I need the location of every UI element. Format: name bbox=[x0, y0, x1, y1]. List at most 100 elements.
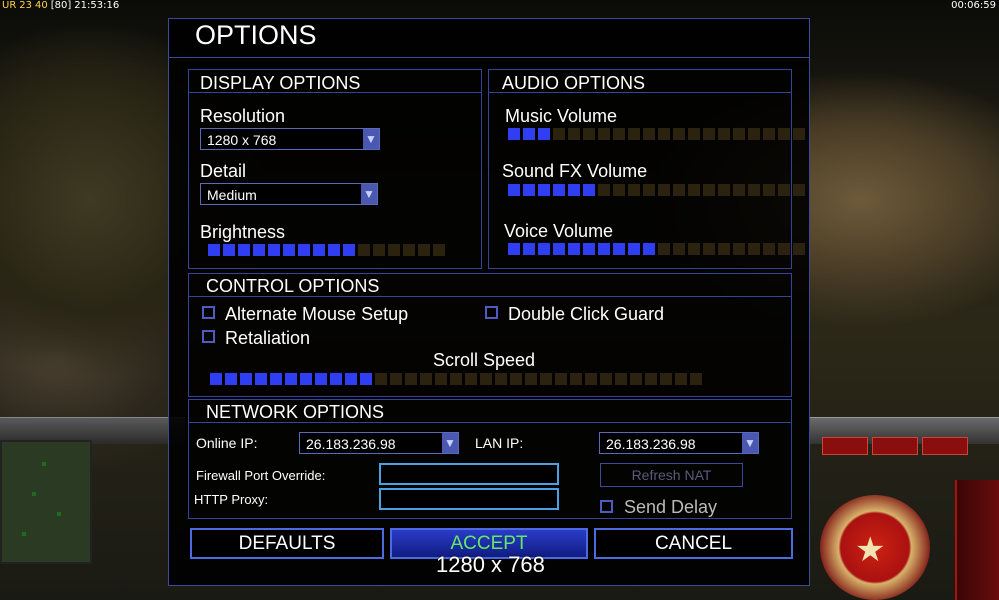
slider-segment[interactable] bbox=[643, 128, 655, 140]
slider-segment[interactable] bbox=[598, 243, 610, 255]
slider-segment[interactable] bbox=[555, 373, 567, 385]
slider-segment[interactable] bbox=[673, 184, 685, 196]
slider-segment[interactable] bbox=[748, 128, 760, 140]
slider-segment[interactable] bbox=[703, 184, 715, 196]
slider-segment[interactable] bbox=[523, 243, 535, 255]
slider-segment[interactable] bbox=[270, 373, 282, 385]
slider-segment[interactable] bbox=[405, 373, 417, 385]
slider-segment[interactable] bbox=[583, 128, 595, 140]
slider-segment[interactable] bbox=[315, 373, 327, 385]
slider-segment[interactable] bbox=[223, 244, 235, 256]
slider-segment[interactable] bbox=[210, 373, 222, 385]
slider-segment[interactable] bbox=[508, 243, 520, 255]
slider-segment[interactable] bbox=[688, 243, 700, 255]
slider-segment[interactable] bbox=[628, 128, 640, 140]
slider-segment[interactable] bbox=[673, 243, 685, 255]
slider-segment[interactable] bbox=[733, 243, 745, 255]
slider-segment[interactable] bbox=[673, 128, 685, 140]
slider-segment[interactable] bbox=[285, 373, 297, 385]
resolution-dropdown[interactable]: 1280 x 768 ▼ bbox=[200, 128, 380, 150]
slider-segment[interactable] bbox=[553, 184, 565, 196]
slider-segment[interactable] bbox=[388, 244, 400, 256]
slider-segment[interactable] bbox=[778, 128, 790, 140]
retaliation-checkbox[interactable] bbox=[202, 330, 215, 343]
slider-segment[interactable] bbox=[570, 373, 582, 385]
slider-segment[interactable] bbox=[778, 243, 790, 255]
slider-segment[interactable] bbox=[403, 244, 415, 256]
detail-dropdown[interactable]: Medium ▼ bbox=[200, 183, 378, 205]
slider-segment[interactable] bbox=[298, 244, 310, 256]
slider-segment[interactable] bbox=[375, 373, 387, 385]
slider-segment[interactable] bbox=[763, 184, 775, 196]
slider-segment[interactable] bbox=[255, 373, 267, 385]
slider-segment[interactable] bbox=[660, 373, 672, 385]
slider-segment[interactable] bbox=[343, 244, 355, 256]
slider-segment[interactable] bbox=[568, 184, 580, 196]
slider-segment[interactable] bbox=[793, 243, 805, 255]
chevron-down-icon[interactable]: ▼ bbox=[363, 129, 379, 149]
send-delay-checkbox[interactable] bbox=[600, 500, 613, 513]
slider-segment[interactable] bbox=[553, 243, 565, 255]
alternate-mouse-checkbox[interactable] bbox=[202, 306, 215, 319]
slider-segment[interactable] bbox=[718, 184, 730, 196]
slider-segment[interactable] bbox=[553, 128, 565, 140]
slider-segment[interactable] bbox=[435, 373, 447, 385]
slider-segment[interactable] bbox=[703, 243, 715, 255]
slider-segment[interactable] bbox=[238, 244, 250, 256]
slider-segment[interactable] bbox=[583, 243, 595, 255]
slider-segment[interactable] bbox=[508, 128, 520, 140]
slider-segment[interactable] bbox=[615, 373, 627, 385]
slider-segment[interactable] bbox=[583, 184, 595, 196]
slider-segment[interactable] bbox=[450, 373, 462, 385]
slider-segment[interactable] bbox=[643, 184, 655, 196]
slider-segment[interactable] bbox=[225, 373, 237, 385]
slider-segment[interactable] bbox=[748, 184, 760, 196]
slider-segment[interactable] bbox=[748, 243, 760, 255]
slider-segment[interactable] bbox=[628, 184, 640, 196]
slider-segment[interactable] bbox=[390, 373, 402, 385]
slider-segment[interactable] bbox=[345, 373, 357, 385]
slider-segment[interactable] bbox=[538, 128, 550, 140]
firewall-port-input[interactable] bbox=[379, 463, 559, 485]
slider-segment[interactable] bbox=[510, 373, 522, 385]
slider-segment[interactable] bbox=[675, 373, 687, 385]
slider-segment[interactable] bbox=[465, 373, 477, 385]
cancel-button[interactable]: CANCEL bbox=[594, 528, 793, 559]
slider-segment[interactable] bbox=[793, 184, 805, 196]
slider-segment[interactable] bbox=[643, 243, 655, 255]
double-click-guard-checkbox[interactable] bbox=[485, 306, 498, 319]
slider-segment[interactable] bbox=[253, 244, 265, 256]
slider-segment[interactable] bbox=[313, 244, 325, 256]
lan-ip-dropdown[interactable]: 26.183.236.98 ▼ bbox=[599, 432, 759, 454]
slider-segment[interactable] bbox=[208, 244, 220, 256]
slider-segment[interactable] bbox=[690, 373, 702, 385]
slider-segment[interactable] bbox=[525, 373, 537, 385]
slider-segment[interactable] bbox=[718, 128, 730, 140]
slider-segment[interactable] bbox=[300, 373, 312, 385]
slider-segment[interactable] bbox=[763, 243, 775, 255]
slider-segment[interactable] bbox=[268, 244, 280, 256]
slider-segment[interactable] bbox=[328, 244, 340, 256]
slider-segment[interactable] bbox=[283, 244, 295, 256]
chevron-down-icon[interactable]: ▼ bbox=[442, 433, 458, 453]
slider-segment[interactable] bbox=[358, 244, 370, 256]
slider-segment[interactable] bbox=[688, 128, 700, 140]
slider-segment[interactable] bbox=[538, 243, 550, 255]
slider-segment[interactable] bbox=[613, 184, 625, 196]
slider-segment[interactable] bbox=[523, 128, 535, 140]
slider-segment[interactable] bbox=[763, 128, 775, 140]
slider-segment[interactable] bbox=[600, 373, 612, 385]
slider-segment[interactable] bbox=[585, 373, 597, 385]
slider-segment[interactable] bbox=[613, 243, 625, 255]
refresh-nat-button[interactable]: Refresh NAT bbox=[600, 463, 743, 487]
slider-segment[interactable] bbox=[703, 128, 715, 140]
slider-segment[interactable] bbox=[793, 128, 805, 140]
slider-segment[interactable] bbox=[495, 373, 507, 385]
slider-segment[interactable] bbox=[540, 373, 552, 385]
slider-segment[interactable] bbox=[418, 244, 430, 256]
online-ip-dropdown[interactable]: 26.183.236.98 ▼ bbox=[299, 432, 459, 454]
slider-segment[interactable] bbox=[538, 184, 550, 196]
http-proxy-input[interactable] bbox=[379, 488, 559, 510]
slider-segment[interactable] bbox=[420, 373, 432, 385]
slider-segment[interactable] bbox=[508, 184, 520, 196]
